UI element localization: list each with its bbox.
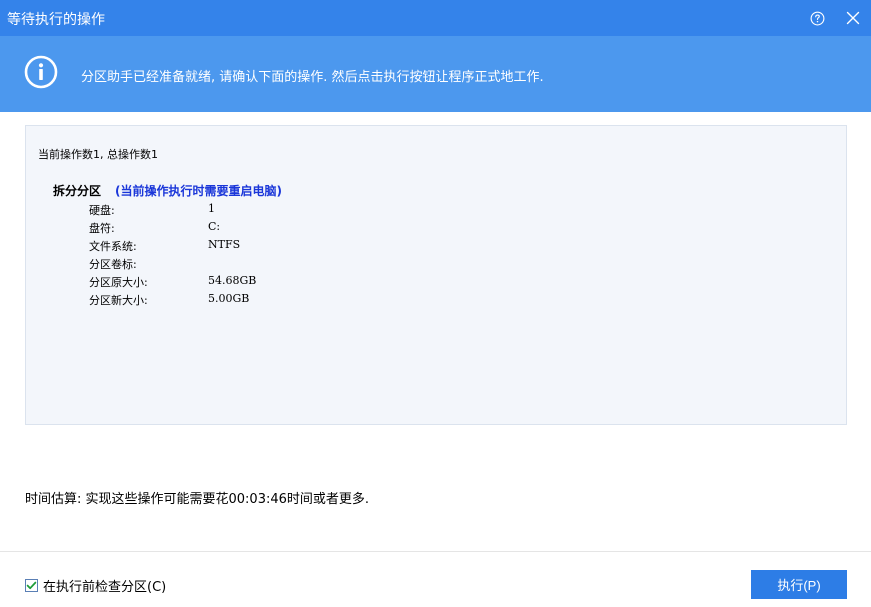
close-button[interactable]: [841, 6, 865, 30]
operations-panel: 当前操作数1, 总操作数1 拆分分区 (当前操作执行时需要重启电脑) 硬盘: 1 …: [25, 125, 847, 425]
execute-button[interactable]: 执行(P): [751, 570, 847, 599]
time-estimate: 时间估算: 实现这些操作可能需要花00:03:46时间或者更多.: [25, 492, 370, 507]
detail-label: 文件系统:: [89, 240, 137, 253]
detail-label: 分区新大小:: [89, 294, 148, 307]
window-title: 等待执行的操作: [7, 12, 105, 28]
info-banner: 分区助手已经准备就绪, 请确认下面的操作. 然后点击执行按钮让程序正式地工作.: [0, 36, 871, 112]
detail-value: 1: [208, 202, 215, 215]
check-partition-checkbox[interactable]: [25, 579, 38, 592]
help-circle-icon: [810, 11, 824, 25]
detail-value: NTFS: [208, 238, 241, 251]
detail-label: 分区原大小:: [89, 276, 148, 289]
footer-divider: [0, 551, 871, 552]
detail-label: 硬盘:: [89, 204, 115, 217]
close-icon: [846, 11, 860, 25]
operation-header: 拆分分区 (当前操作执行时需要重启电脑): [53, 182, 282, 199]
checkmark-icon: [26, 581, 37, 590]
operation-count: 当前操作数1, 总操作数1: [38, 148, 158, 161]
check-partition-label: 在执行前检查分区(C): [43, 580, 167, 595]
info-icon: [24, 55, 58, 89]
detail-label: 盘符:: [89, 222, 115, 235]
banner-message: 分区助手已经准备就绪, 请确认下面的操作. 然后点击执行按钮让程序正式地工作.: [81, 70, 544, 85]
operation-note: (当前操作执行时需要重启电脑): [115, 184, 282, 198]
operation-name: 拆分分区: [53, 184, 102, 198]
detail-value: C:: [208, 220, 221, 233]
title-bar: 等待执行的操作: [0, 0, 871, 36]
help-button[interactable]: [805, 6, 829, 30]
detail-label: 分区卷标:: [89, 258, 137, 271]
detail-value: 5.00GB: [208, 292, 250, 305]
check-partition-option[interactable]: 在执行前检查分区(C): [25, 576, 166, 595]
detail-value: 54.68GB: [208, 274, 257, 287]
